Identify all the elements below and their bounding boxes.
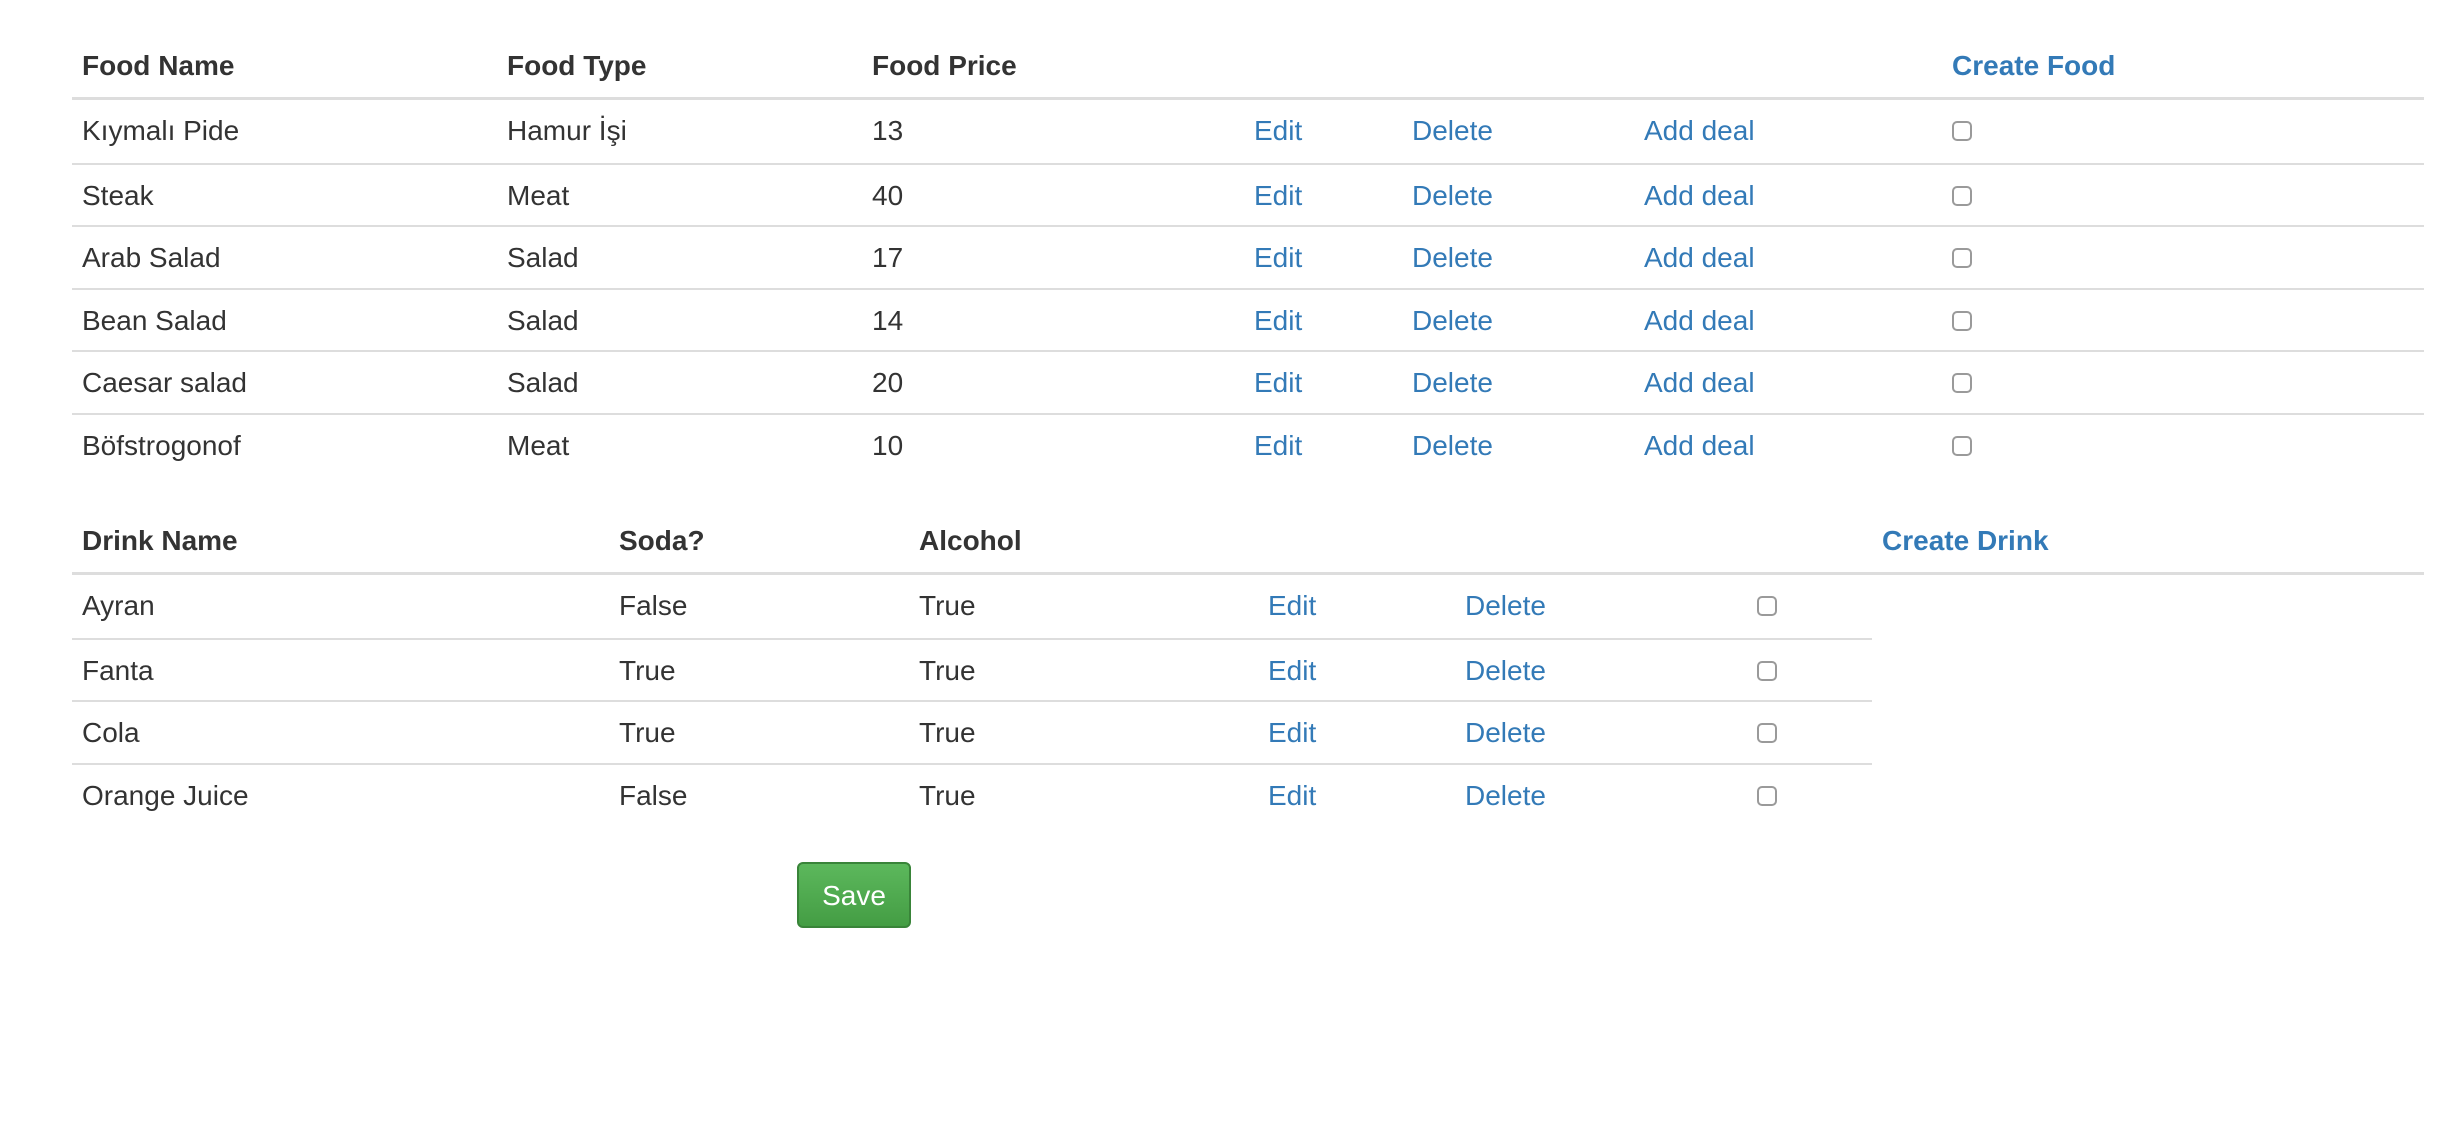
food-name-cell: Caesar salad xyxy=(82,367,247,398)
food-select-checkbox[interactable] xyxy=(1952,310,1972,331)
drink-name-cell: Ayran xyxy=(82,590,155,621)
add-deal-link[interactable]: Add deal xyxy=(1644,100,1755,162)
drink-row: Cola True True Edit Delete xyxy=(72,700,1872,764)
soda-cell: True xyxy=(619,717,676,748)
food-type-cell: Meat xyxy=(507,179,570,211)
soda-cell: False xyxy=(619,590,688,621)
edit-food-link[interactable]: Edit xyxy=(1254,227,1302,289)
delete-food-link[interactable]: Delete xyxy=(1412,415,1493,477)
food-price-cell: 17 xyxy=(872,242,904,273)
delete-food-link[interactable]: Delete xyxy=(1412,100,1493,162)
edit-food-link[interactable]: Edit xyxy=(1254,165,1302,227)
create-food-link[interactable]: Create Food xyxy=(1952,35,2115,97)
food-price-header: Food Price xyxy=(872,50,1017,81)
food-type-cell: Meat xyxy=(507,429,570,461)
drink-select-checkbox[interactable] xyxy=(1757,596,1777,616)
edit-drink-link[interactable]: Edit xyxy=(1268,575,1316,637)
food-type-cell: Hamur İşi xyxy=(507,115,627,146)
food-row: Kıymalı Pide Hamur İşi 13 Edit Delete Add dea… xyxy=(72,100,2424,162)
page: Food Name Food Type Food Price Create Fo… xyxy=(0,0,2448,1128)
alcohol-cell: True xyxy=(919,717,976,748)
food-price-cell: 10 xyxy=(872,429,904,461)
food-price-cell: 40 xyxy=(872,179,904,211)
edit-food-link[interactable]: Edit xyxy=(1254,415,1302,477)
drink-select-checkbox[interactable] xyxy=(1757,785,1777,806)
food-row: Bean Salad Salad 14 Edit Delete Add deal xyxy=(72,287,2424,352)
create-drink-link[interactable]: Create Drink xyxy=(1882,510,2049,572)
alcohol-header: Alcohol xyxy=(919,525,1022,556)
food-type-cell: Salad xyxy=(507,367,579,398)
food-price-cell: 14 xyxy=(872,304,904,336)
food-price-cell: 13 xyxy=(872,115,904,146)
edit-drink-link[interactable]: Edit xyxy=(1268,702,1316,764)
add-deal-link[interactable]: Add deal xyxy=(1644,227,1755,289)
delete-drink-link[interactable]: Delete xyxy=(1465,575,1546,637)
add-deal-link[interactable]: Add deal xyxy=(1644,290,1755,352)
add-deal-link[interactable]: Add deal xyxy=(1644,415,1755,477)
food-name-cell: Arab Salad xyxy=(82,242,221,273)
delete-drink-link[interactable]: Delete xyxy=(1465,640,1546,702)
food-row: Arab Salad Salad 17 Edit Delete Add deal xyxy=(72,225,2424,289)
add-deal-link[interactable]: Add deal xyxy=(1644,352,1755,414)
edit-drink-link[interactable]: Edit xyxy=(1268,765,1316,827)
soda-cell: False xyxy=(619,779,688,811)
alcohol-cell: True xyxy=(919,590,976,621)
food-price-cell: 20 xyxy=(872,367,904,398)
food-select-checkbox[interactable] xyxy=(1952,435,1972,456)
food-name-cell: Bean Salad xyxy=(82,304,227,336)
drink-table-header: Drink Name Soda? Alcohol Create Drink xyxy=(72,510,2424,572)
drink-row: Orange Juice False True Edit Delete xyxy=(72,762,1872,827)
alcohol-cell: True xyxy=(919,779,976,811)
save-button[interactable]: Save xyxy=(797,862,911,928)
delete-food-link[interactable]: Delete xyxy=(1412,165,1493,227)
edit-food-link[interactable]: Edit xyxy=(1254,100,1302,162)
food-type-header: Food Type xyxy=(507,50,647,81)
soda-cell: True xyxy=(619,654,676,686)
food-name-cell: Böfstrogonof xyxy=(82,429,241,461)
drink-name-header: Drink Name xyxy=(82,525,238,556)
delete-drink-link[interactable]: Delete xyxy=(1465,765,1546,827)
drink-row: Ayran False True Edit Delete xyxy=(72,575,1872,637)
food-name-cell: Steak xyxy=(82,179,154,211)
drink-row: Fanta True True Edit Delete xyxy=(72,637,1872,702)
soda-header: Soda? xyxy=(619,525,705,556)
food-table-header: Food Name Food Type Food Price Create Fo… xyxy=(72,35,2424,97)
drink-select-checkbox[interactable] xyxy=(1757,660,1777,681)
food-type-cell: Salad xyxy=(507,242,579,273)
delete-drink-link[interactable]: Delete xyxy=(1465,702,1546,764)
food-select-checkbox[interactable] xyxy=(1952,185,1972,206)
drink-name-cell: Cola xyxy=(82,717,140,748)
drink-name-cell: Fanta xyxy=(82,654,154,686)
food-row: Böfstrogonof Meat 10 Edit Delete Add deal xyxy=(72,412,2424,477)
food-select-checkbox[interactable] xyxy=(1952,248,1972,268)
food-row: Caesar salad Salad 20 Edit Delete Add deal xyxy=(72,350,2424,414)
edit-food-link[interactable]: Edit xyxy=(1254,290,1302,352)
alcohol-cell: True xyxy=(919,654,976,686)
edit-food-link[interactable]: Edit xyxy=(1254,352,1302,414)
food-select-checkbox[interactable] xyxy=(1952,121,1972,141)
delete-food-link[interactable]: Delete xyxy=(1412,290,1493,352)
food-select-checkbox[interactable] xyxy=(1952,373,1972,393)
drink-name-cell: Orange Juice xyxy=(82,779,249,811)
add-deal-link[interactable]: Add deal xyxy=(1644,165,1755,227)
drink-select-checkbox[interactable] xyxy=(1757,723,1777,743)
edit-drink-link[interactable]: Edit xyxy=(1268,640,1316,702)
food-type-cell: Salad xyxy=(507,304,579,336)
food-row: Steak Meat 40 Edit Delete Add deal xyxy=(72,162,2424,227)
food-name-header: Food Name xyxy=(82,50,235,81)
food-name-cell: Kıymalı Pide xyxy=(82,115,240,146)
delete-food-link[interactable]: Delete xyxy=(1412,227,1493,289)
delete-food-link[interactable]: Delete xyxy=(1412,352,1493,414)
